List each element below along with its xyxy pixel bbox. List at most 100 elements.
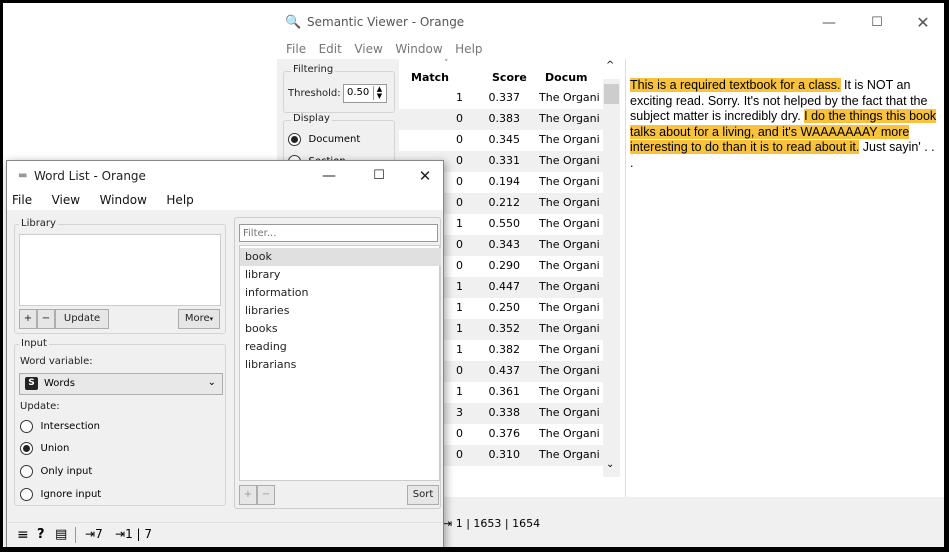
word-list-titlebar[interactable]: ▬ Word List - Orange — ☐ ✕ (7, 161, 443, 190)
menu-bar: File View Window Help (7, 190, 443, 210)
more-button[interactable]: More▾ (178, 309, 220, 329)
word-list[interactable]: book library information libraries books read… (239, 245, 441, 481)
word-variable-combo[interactable]: S Words ⌄ (19, 373, 223, 395)
cell-document: The Organi (539, 175, 600, 188)
update-library-button[interactable]: Update (55, 309, 109, 329)
cell-score: 0.437 (488, 364, 521, 377)
sort-button[interactable]: Sort (407, 485, 439, 505)
menu-view[interactable]: View (354, 39, 382, 59)
output-arrow-icon: ⇥ (443, 517, 453, 530)
cell-score: 0.550 (488, 217, 521, 230)
cell-document: The Organi (539, 343, 600, 356)
cell-match: 0 (456, 154, 463, 167)
radio-intersection[interactable]: Intersection (20, 419, 100, 433)
input-summary[interactable]: ⇥7 (85, 527, 103, 541)
cell-score: 0.310 (488, 448, 521, 461)
scrollbar-thumb[interactable] (604, 84, 619, 104)
cell-score: 0.290 (488, 259, 521, 272)
cell-document: The Organi (539, 301, 600, 314)
cell-match: 0 (456, 238, 463, 251)
orange-app-icon: 🔍 (285, 15, 302, 30)
word-list-item[interactable]: librarians (240, 356, 441, 374)
table-row[interactable]: 0 0.383 The Organi (399, 109, 603, 130)
menu-view[interactable]: View (52, 190, 80, 210)
hamburger-menu-icon[interactable]: ≡ (17, 527, 29, 543)
display-group-title: Display (291, 113, 332, 124)
cell-match: 0 (456, 259, 463, 272)
table-row[interactable]: 0 0.345 The Organi (399, 130, 603, 151)
cell-score: 0.331 (488, 154, 521, 167)
cell-document: The Organi (539, 259, 600, 272)
close-icon[interactable]: ✕ (405, 164, 445, 188)
close-icon[interactable]: ✕ (903, 11, 943, 35)
remove-library-button[interactable]: − (37, 309, 55, 329)
column-header-score[interactable]: Score (492, 71, 527, 84)
minimize-icon[interactable]: — (809, 11, 849, 35)
cell-document: The Organi (539, 406, 600, 419)
output-arrow-icon: ⇥ (115, 527, 126, 541)
cell-score: 0.337 (488, 91, 521, 104)
menu-window[interactable]: Window (395, 39, 442, 59)
semantic-viewer-titlebar[interactable]: 🔍 Semantic Viewer - Orange — ☐ ✕ (277, 3, 944, 39)
cell-match: 3 (456, 406, 463, 419)
cell-match: 0 (456, 196, 463, 209)
radio-document-indicator (288, 132, 301, 146)
chevron-down-icon: ⌄ (207, 377, 216, 388)
radio-intersection-indicator (20, 419, 33, 433)
output-summary[interactable]: ⇥1 | 7 (115, 527, 152, 541)
menu-bar: File Edit View Window Help (277, 39, 944, 59)
add-word-button[interactable]: + (239, 485, 257, 505)
word-list-item[interactable]: library (240, 266, 441, 284)
column-header-match[interactable]: Match (411, 71, 449, 84)
spin-arrows-icon[interactable]: ▲ ▼ (373, 86, 385, 100)
remove-word-button[interactable]: − (257, 485, 275, 505)
radio-intersection-label: Intersection (40, 421, 101, 432)
word-list-item[interactable]: book (240, 248, 441, 266)
word-list-item[interactable]: information (240, 284, 441, 302)
scroll-up-icon[interactable]: ^ (606, 60, 614, 71)
menu-file[interactable]: File (12, 190, 32, 210)
menu-window[interactable]: Window (100, 190, 147, 210)
word-list-item[interactable]: libraries (240, 302, 441, 320)
maximize-icon[interactable]: ☐ (857, 11, 897, 35)
cell-match: 1 (456, 301, 463, 314)
word-list-item[interactable]: reading (240, 338, 441, 356)
menu-help[interactable]: Help (455, 39, 482, 59)
scroll-down-icon[interactable]: ⌄ (606, 459, 614, 470)
threshold-spinbox[interactable]: 0.50 ▲ ▼ (343, 84, 387, 103)
add-library-button[interactable]: + (19, 309, 37, 329)
table-row[interactable]: 1 0.337 The Organi (399, 88, 603, 109)
sort-indicator-icon: ˅ (444, 59, 449, 69)
radio-union[interactable]: Union (20, 441, 69, 455)
help-icon[interactable]: ? (37, 527, 45, 542)
cell-match: 0 (456, 427, 463, 440)
cell-score: 0.194 (488, 175, 521, 188)
menu-file[interactable]: File (286, 39, 306, 59)
menu-help[interactable]: Help (166, 190, 193, 210)
radio-only-input[interactable]: Only input (20, 464, 92, 478)
cell-score: 0.343 (488, 238, 521, 251)
cell-document: The Organi (539, 427, 600, 440)
cell-score: 0.352 (488, 322, 521, 335)
library-list[interactable] (19, 234, 221, 306)
report-icon[interactable]: ▤ (55, 527, 67, 542)
status-text: 1 | 1653 | 1654 (455, 517, 541, 530)
cell-score: 0.345 (488, 133, 521, 146)
word-list-item[interactable]: books (240, 320, 441, 338)
cell-score: 0.382 (488, 343, 521, 356)
input-arrow-icon: ⇥ (85, 527, 96, 541)
radio-ignore-input[interactable]: Ignore input (20, 487, 101, 501)
cell-match: 1 (456, 91, 463, 104)
cell-match: 1 (456, 385, 463, 398)
filter-input[interactable] (239, 224, 438, 242)
table-vertical-scrollbar[interactable]: ^ ⌄ (603, 60, 620, 477)
maximize-icon[interactable]: ☐ (359, 164, 399, 188)
radio-document[interactable]: Document (288, 132, 360, 146)
minimize-icon[interactable]: — (309, 164, 349, 188)
menu-edit[interactable]: Edit (319, 39, 342, 59)
more-button-label: More (184, 313, 210, 324)
cell-score: 0.212 (488, 196, 521, 209)
column-header-document[interactable]: Docum (545, 71, 588, 84)
cell-match: 0 (456, 448, 463, 461)
cell-document: The Organi (539, 217, 600, 230)
